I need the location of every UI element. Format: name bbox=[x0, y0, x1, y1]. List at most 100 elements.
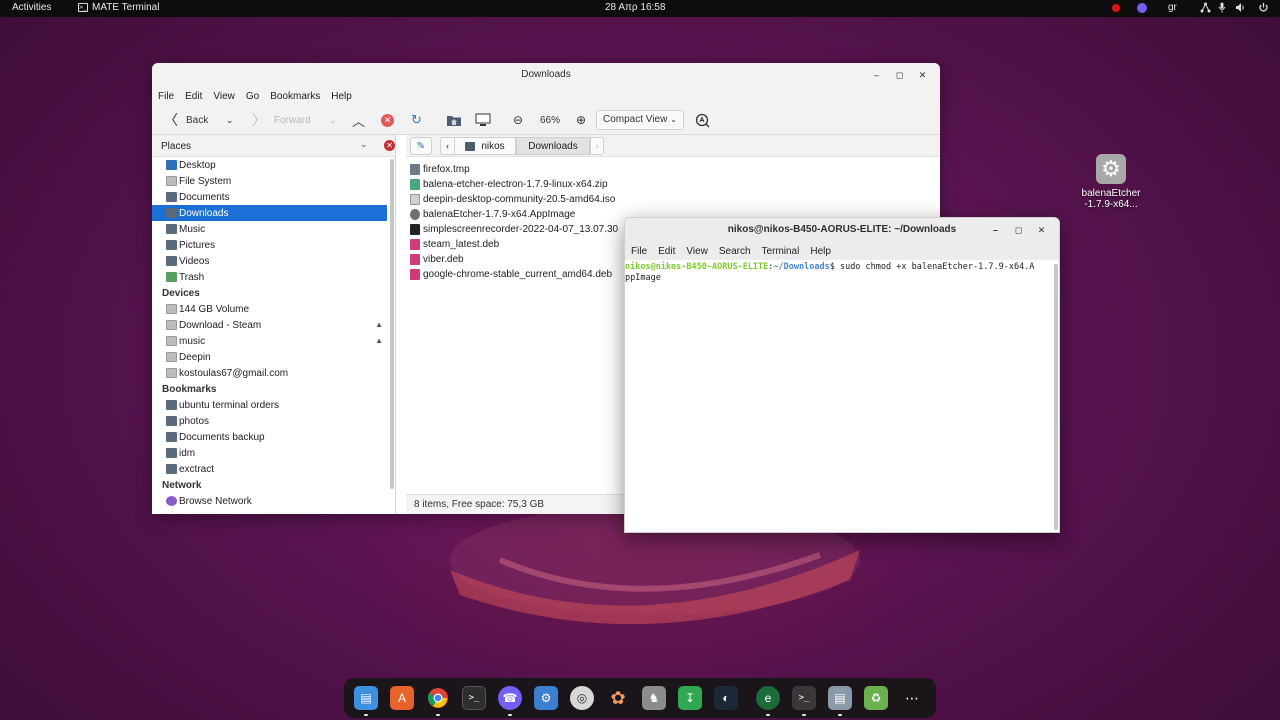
dock-file-manager-icon[interactable]: ▤ bbox=[828, 686, 852, 716]
menu-search[interactable]: Search bbox=[719, 246, 751, 257]
menu-bookmarks[interactable]: Bookmarks bbox=[270, 91, 320, 102]
view-mode-select[interactable]: Compact View ⌄ bbox=[596, 105, 684, 135]
zoom-in-button[interactable]: ⊕ bbox=[576, 105, 586, 135]
menu-view[interactable]: View bbox=[213, 91, 235, 102]
sidebar-item-trash[interactable]: Trash bbox=[152, 269, 387, 285]
desktop-item-balenaetcher[interactable]: ⚙ balenaEtcher -1.7.9-x64... bbox=[1078, 154, 1144, 210]
package-icon bbox=[410, 239, 420, 250]
language-indicator[interactable]: gr bbox=[1168, 2, 1177, 13]
sidebar-item-browse-network[interactable]: Browse Network bbox=[152, 493, 387, 509]
path-scroll-left[interactable]: ‹ bbox=[440, 137, 454, 155]
sidebar-scrollbar[interactable] bbox=[390, 159, 394, 489]
menu-go[interactable]: Go bbox=[246, 91, 259, 102]
sidebar-item-videos[interactable]: Videos bbox=[152, 253, 387, 269]
chevron-down-icon[interactable]: ⌄ bbox=[360, 139, 368, 150]
network-icon[interactable] bbox=[1200, 2, 1211, 13]
home-button[interactable] bbox=[446, 105, 462, 135]
sidebar-item-desktop[interactable]: Desktop bbox=[152, 157, 387, 173]
dock-disks-icon[interactable]: ◎ bbox=[570, 686, 594, 710]
power-icon[interactable] bbox=[1258, 2, 1268, 12]
file-manager-titlebar[interactable]: Downloads – ◻ ✕ bbox=[152, 63, 940, 87]
dock-steam-icon[interactable]: ◐ bbox=[714, 686, 738, 710]
path-scroll-right[interactable]: › bbox=[590, 137, 604, 155]
dock-gimp-icon[interactable]: ♞ bbox=[642, 686, 666, 710]
minimize-button[interactable]: – bbox=[865, 63, 888, 87]
dock-app-grid-icon[interactable]: ⋯ bbox=[900, 686, 924, 710]
eject-icon[interactable]: ▲ bbox=[375, 336, 383, 345]
sidebar-item-pictures[interactable]: Pictures bbox=[152, 237, 387, 253]
sidebar-item-documents-backup[interactable]: Documents backup bbox=[152, 429, 387, 445]
menu-terminal[interactable]: Terminal bbox=[762, 246, 800, 257]
sidebar-item-music[interactable]: Music bbox=[152, 221, 387, 237]
sidebar-item-music-drive[interactable]: music ▲ bbox=[152, 333, 387, 349]
edit-location-button[interactable]: ✎ bbox=[410, 137, 432, 155]
computer-button[interactable] bbox=[475, 105, 491, 135]
dock-mate-terminal-icon[interactable]: >_ bbox=[792, 686, 816, 716]
recording-icon[interactable] bbox=[1112, 4, 1120, 12]
dock-download-icon[interactable]: ↧ bbox=[678, 686, 702, 710]
eject-icon[interactable]: ▲ bbox=[375, 320, 383, 329]
search-button[interactable] bbox=[695, 105, 710, 135]
terminal-output[interactable]: nikos@nikos-B450-AORUS-ELITE:~/Downloads… bbox=[625, 260, 1059, 532]
path-segment-nikos[interactable]: nikos bbox=[454, 137, 516, 155]
forward-button[interactable]: 〉 Forward bbox=[252, 105, 311, 135]
dock-trash-icon[interactable]: ♻ bbox=[864, 686, 888, 710]
close-button[interactable]: ✕ bbox=[911, 63, 934, 87]
volume-icon[interactable] bbox=[1235, 2, 1245, 12]
maximize-button[interactable]: ◻ bbox=[1007, 218, 1030, 242]
list-item[interactable]: deepin-desktop-community-20.5-amd64.iso bbox=[406, 192, 940, 207]
clock[interactable]: 28 Απρ 16:58 bbox=[605, 2, 665, 13]
activities-button[interactable]: Activities bbox=[12, 2, 51, 13]
terminal-scrollbar[interactable] bbox=[1054, 264, 1058, 530]
forward-history-dropdown[interactable]: ⌄ bbox=[329, 105, 337, 135]
sidebar-item-deepin[interactable]: Deepin bbox=[152, 349, 387, 365]
dock-chrome-icon[interactable] bbox=[426, 686, 450, 716]
sidebar-item-file-system[interactable]: File System bbox=[152, 173, 387, 189]
viber-tray-icon[interactable] bbox=[1137, 3, 1147, 13]
drive-icon bbox=[166, 320, 177, 330]
close-sidebar-icon[interactable]: ✕ bbox=[384, 140, 395, 151]
close-button[interactable]: ✕ bbox=[1030, 218, 1053, 242]
zoom-level[interactable]: 66% bbox=[540, 105, 560, 135]
menu-help[interactable]: Help bbox=[810, 246, 831, 257]
dock-settings-panel-icon[interactable]: ⚙ bbox=[534, 686, 558, 710]
menu-help[interactable]: Help bbox=[331, 91, 352, 102]
menu-edit[interactable]: Edit bbox=[658, 246, 675, 257]
dock-edge-icon[interactable]: e bbox=[756, 686, 780, 716]
dock-terminal-icon[interactable]: >_ bbox=[462, 686, 486, 710]
dock-viber-icon[interactable]: ☎ bbox=[498, 686, 522, 716]
sidebar-item-exctract[interactable]: exctract bbox=[152, 461, 387, 477]
dock-software-icon[interactable]: A bbox=[390, 686, 414, 710]
up-button[interactable]: ︿ bbox=[352, 105, 365, 135]
menu-edit[interactable]: Edit bbox=[185, 91, 202, 102]
stop-button[interactable]: ✕ bbox=[381, 105, 394, 135]
zoom-out-button[interactable]: ⊖ bbox=[513, 105, 523, 135]
minimize-button[interactable]: – bbox=[984, 218, 1007, 242]
path-segment-downloads[interactable]: Downloads bbox=[516, 137, 590, 155]
sidebar-item-photos[interactable]: photos bbox=[152, 413, 387, 429]
maximize-button[interactable]: ◻ bbox=[888, 63, 911, 87]
dock-ark-icon[interactable]: ✿ bbox=[606, 686, 630, 710]
menu-file[interactable]: File bbox=[631, 246, 647, 257]
sidebar-item-idm[interactable]: idm bbox=[152, 445, 387, 461]
sidebar-item-volume[interactable]: 144 GB Volume bbox=[152, 301, 387, 317]
sidebar-item-ubuntu-terminal-orders[interactable]: ubuntu terminal orders bbox=[152, 397, 387, 413]
reload-button[interactable]: ↻ bbox=[411, 105, 422, 135]
menu-view[interactable]: View bbox=[686, 246, 708, 257]
sidebar-item-label: Documents bbox=[179, 191, 230, 203]
microphone-icon[interactable] bbox=[1218, 2, 1228, 13]
list-item[interactable]: firefox.tmp bbox=[406, 162, 940, 177]
sidebar-mode-label[interactable]: Places bbox=[161, 141, 191, 152]
menu-file[interactable]: File bbox=[158, 91, 174, 102]
view-mode-label: Compact View bbox=[603, 114, 668, 125]
sidebar-item-downloads[interactable]: Downloads bbox=[152, 205, 387, 221]
sidebar-item-gmail[interactable]: kostoulas67@gmail.com bbox=[152, 365, 387, 381]
back-button[interactable]: 〈 Back bbox=[164, 105, 208, 135]
sidebar-item-documents[interactable]: Documents bbox=[152, 189, 387, 205]
terminal-titlebar[interactable]: nikos@nikos-B450-AORUS-ELITE: ~/Download… bbox=[625, 218, 1059, 242]
list-item[interactable]: balena-etcher-electron-1.7.9-linux-x64.z… bbox=[406, 177, 940, 192]
app-menu[interactable]: >_ MATE Terminal bbox=[78, 2, 159, 13]
sidebar-item-download-steam[interactable]: Download - Steam ▲ bbox=[152, 317, 387, 333]
dock-files-icon[interactable]: ▤ bbox=[354, 686, 378, 716]
back-history-dropdown[interactable]: ⌄ bbox=[226, 105, 234, 135]
